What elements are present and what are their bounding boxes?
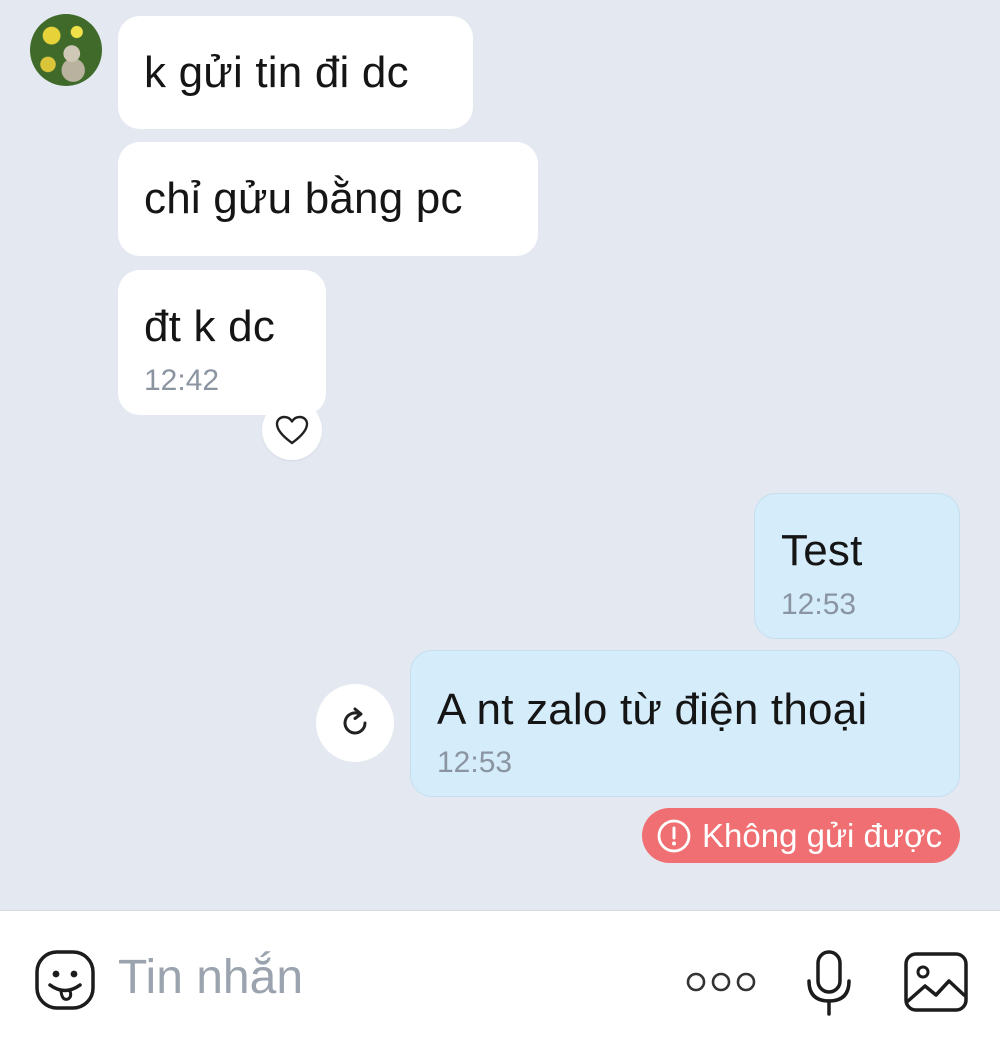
- retry-button[interactable]: [316, 684, 394, 762]
- send-failed-label: Không gửi được: [702, 816, 943, 854]
- outgoing-message[interactable]: A nt zalo từ điện thoại 12:53: [410, 650, 960, 797]
- message-text: k gửi tin đi dc: [144, 47, 409, 97]
- incoming-message[interactable]: k gửi tin đi dc: [118, 16, 473, 129]
- image-icon[interactable]: [903, 951, 969, 1013]
- heart-icon: [275, 415, 309, 445]
- more-dots-icon[interactable]: [686, 969, 756, 995]
- sticker-face-icon[interactable]: [34, 949, 96, 1011]
- send-failed-badge[interactable]: Không gửi được: [642, 808, 960, 863]
- message-text: Test: [781, 526, 863, 575]
- alert-circle-icon: [657, 819, 691, 852]
- microphone-icon[interactable]: [802, 949, 856, 1017]
- incoming-message[interactable]: chỉ gửu bằng pc: [118, 142, 538, 256]
- retry-icon: [343, 707, 367, 735]
- message-text: chỉ gửu bằng pc: [144, 174, 463, 223]
- reaction-button[interactable]: [262, 400, 322, 460]
- message-time: 12:42: [144, 364, 220, 397]
- message-time: 12:53: [781, 588, 857, 621]
- chat-area: k gửi tin đi dc chỉ gửu bằng pc đt k dc …: [0, 0, 1000, 910]
- message-time: 12:53: [437, 746, 513, 779]
- incoming-message[interactable]: đt k dc 12:42: [118, 270, 326, 415]
- message-composer: [0, 910, 1000, 1041]
- message-input[interactable]: [118, 947, 618, 1007]
- message-text: đt k dc: [144, 302, 276, 351]
- contact-avatar[interactable]: [30, 14, 102, 86]
- outgoing-message[interactable]: Test 12:53: [754, 493, 960, 639]
- message-text: A nt zalo từ điện thoại: [437, 685, 868, 734]
